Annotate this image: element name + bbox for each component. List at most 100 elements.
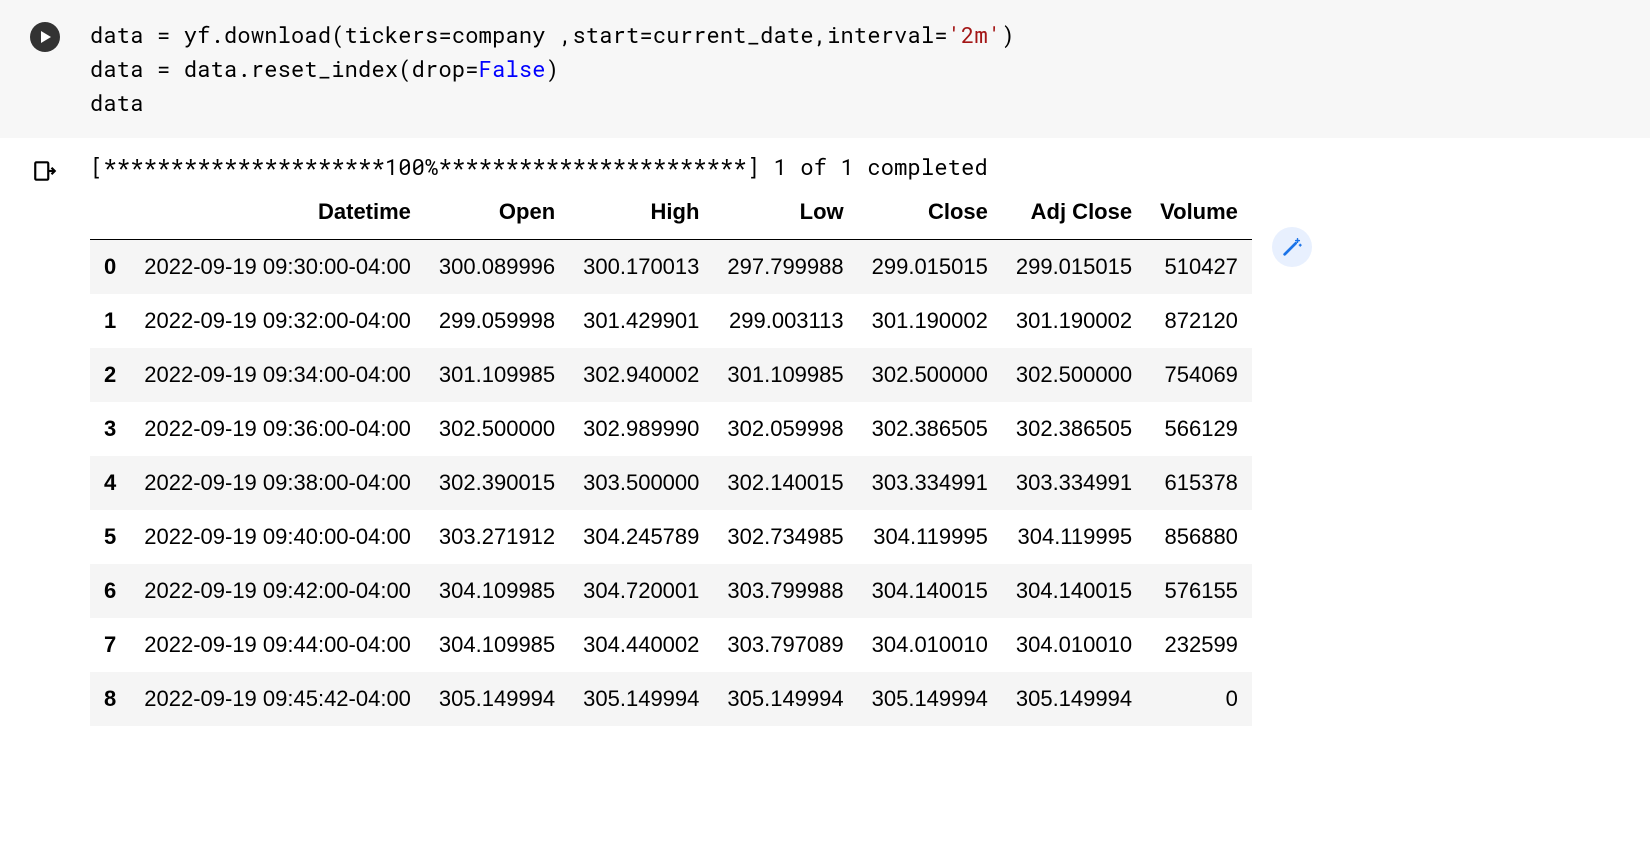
dataframe-cell: 856880 — [1146, 510, 1252, 564]
dataframe-cell: 304.245789 — [569, 510, 713, 564]
dataframe-cell: 304.010010 — [1002, 618, 1146, 672]
code-cell: data = yf.download(tickers=company ,star… — [0, 0, 1650, 138]
dataframe-cell: 304.119995 — [1002, 510, 1146, 564]
dataframe-table: DatetimeOpenHighLowCloseAdj CloseVolume … — [90, 185, 1252, 726]
dataframe-cell: 303.334991 — [1002, 456, 1146, 510]
table-row: 62022-09-19 09:42:00-04:00304.109985304.… — [90, 564, 1252, 618]
dataframe-cell: 2022-09-19 09:34:00-04:00 — [130, 348, 425, 402]
dataframe-cell: 299.003113 — [713, 294, 857, 348]
dataframe-row-index: 4 — [90, 456, 130, 510]
code-line-1: data = yf.download(tickers=company ,star… — [90, 20, 1015, 49]
dataframe-col-header: High — [569, 185, 713, 240]
dataframe-cell: 303.334991 — [858, 456, 1002, 510]
dataframe-cell: 299.015015 — [858, 240, 1002, 295]
dataframe-cell: 304.109985 — [425, 618, 569, 672]
dataframe-cell: 304.119995 — [858, 510, 1002, 564]
table-row: 12022-09-19 09:32:00-04:00299.059998301.… — [90, 294, 1252, 348]
dataframe-cell: 300.089996 — [425, 240, 569, 295]
dataframe-cell: 576155 — [1146, 564, 1252, 618]
dataframe-cell: 566129 — [1146, 402, 1252, 456]
dataframe-cell: 302.989990 — [569, 402, 713, 456]
download-progress-text: [*********************100%**************… — [90, 152, 1650, 181]
suggest-charts-button[interactable] — [1272, 227, 1312, 267]
output-gutter — [0, 152, 90, 731]
run-cell-button[interactable] — [30, 22, 60, 52]
dataframe-cell: 232599 — [1146, 618, 1252, 672]
dataframe-cell: 305.149994 — [858, 672, 1002, 726]
dataframe-cell: 302.500000 — [425, 402, 569, 456]
dataframe-row-index: 3 — [90, 402, 130, 456]
dataframe-wrap: DatetimeOpenHighLowCloseAdj CloseVolume … — [90, 185, 1252, 726]
dataframe-cell: 302.059998 — [713, 402, 857, 456]
output-cell: [*********************100%**************… — [0, 138, 1650, 741]
dataframe-col-header: Datetime — [130, 185, 425, 240]
output-content: [*********************100%**************… — [90, 152, 1650, 731]
dataframe-cell: 872120 — [1146, 294, 1252, 348]
dataframe-cell: 2022-09-19 09:45:42-04:00 — [130, 672, 425, 726]
dataframe-row-index: 6 — [90, 564, 130, 618]
dataframe-cell: 510427 — [1146, 240, 1252, 295]
dataframe-cell: 302.140015 — [713, 456, 857, 510]
dataframe-body: 02022-09-19 09:30:00-04:00300.089996300.… — [90, 240, 1252, 727]
dataframe-cell: 299.015015 — [1002, 240, 1146, 295]
dataframe-cell: 302.940002 — [569, 348, 713, 402]
dataframe-cell: 297.799988 — [713, 240, 857, 295]
dataframe-cell: 2022-09-19 09:40:00-04:00 — [130, 510, 425, 564]
dataframe-cell: 2022-09-19 09:30:00-04:00 — [130, 240, 425, 295]
dataframe-cell: 754069 — [1146, 348, 1252, 402]
dataframe-cell: 304.140015 — [1002, 564, 1146, 618]
dataframe-row-index: 1 — [90, 294, 130, 348]
dataframe-cell: 304.140015 — [858, 564, 1002, 618]
dataframe-col-header: Low — [713, 185, 857, 240]
dataframe-cell: 304.109985 — [425, 564, 569, 618]
dataframe-col-header: Open — [425, 185, 569, 240]
dataframe-cell: 304.010010 — [858, 618, 1002, 672]
play-icon — [38, 30, 52, 44]
dataframe-cell: 2022-09-19 09:44:00-04:00 — [130, 618, 425, 672]
dataframe-row-index: 8 — [90, 672, 130, 726]
dataframe-cell: 302.386505 — [858, 402, 1002, 456]
dataframe-cell: 299.059998 — [425, 294, 569, 348]
dataframe-cell: 301.429901 — [569, 294, 713, 348]
dataframe-cell: 302.500000 — [858, 348, 1002, 402]
dataframe-cell: 2022-09-19 09:32:00-04:00 — [130, 294, 425, 348]
dataframe-index-header — [90, 185, 130, 240]
table-row: 02022-09-19 09:30:00-04:00300.089996300.… — [90, 240, 1252, 295]
dataframe-cell: 2022-09-19 09:38:00-04:00 — [130, 456, 425, 510]
output-indicator-icon — [32, 158, 58, 731]
table-row: 32022-09-19 09:36:00-04:00302.500000302.… — [90, 402, 1252, 456]
dataframe-cell: 303.799988 — [713, 564, 857, 618]
magic-wand-icon — [1281, 236, 1303, 258]
dataframe-cell: 303.500000 — [569, 456, 713, 510]
dataframe-cell: 2022-09-19 09:42:00-04:00 — [130, 564, 425, 618]
dataframe-cell: 305.149994 — [425, 672, 569, 726]
dataframe-col-header: Close — [858, 185, 1002, 240]
dataframe-cell: 303.271912 — [425, 510, 569, 564]
dataframe-col-header: Volume — [1146, 185, 1252, 240]
dataframe-cell: 2022-09-19 09:36:00-04:00 — [130, 402, 425, 456]
dataframe-cell: 0 — [1146, 672, 1252, 726]
code-editor[interactable]: data = yf.download(tickers=company ,star… — [90, 18, 1015, 120]
dataframe-cell: 302.734985 — [713, 510, 857, 564]
table-row: 22022-09-19 09:34:00-04:00301.109985302.… — [90, 348, 1252, 402]
dataframe-cell: 301.109985 — [713, 348, 857, 402]
dataframe-cell: 302.386505 — [1002, 402, 1146, 456]
dataframe-row-index: 7 — [90, 618, 130, 672]
dataframe-cell: 302.390015 — [425, 456, 569, 510]
table-row: 42022-09-19 09:38:00-04:00302.390015303.… — [90, 456, 1252, 510]
dataframe-head: DatetimeOpenHighLowCloseAdj CloseVolume — [90, 185, 1252, 240]
dataframe-cell: 301.109985 — [425, 348, 569, 402]
dataframe-cell: 301.190002 — [858, 294, 1002, 348]
dataframe-cell: 302.500000 — [1002, 348, 1146, 402]
dataframe-col-header: Adj Close — [1002, 185, 1146, 240]
dataframe-row-index: 2 — [90, 348, 130, 402]
dataframe-row-index: 0 — [90, 240, 130, 295]
table-row: 82022-09-19 09:45:42-04:00305.149994305.… — [90, 672, 1252, 726]
code-line-3: data — [90, 88, 144, 117]
dataframe-row-index: 5 — [90, 510, 130, 564]
table-row: 72022-09-19 09:44:00-04:00304.109985304.… — [90, 618, 1252, 672]
dataframe-cell: 303.797089 — [713, 618, 857, 672]
code-line-2: data = data.reset_index(drop=False) — [90, 54, 559, 83]
dataframe-cell: 304.440002 — [569, 618, 713, 672]
dataframe-cell: 304.720001 — [569, 564, 713, 618]
